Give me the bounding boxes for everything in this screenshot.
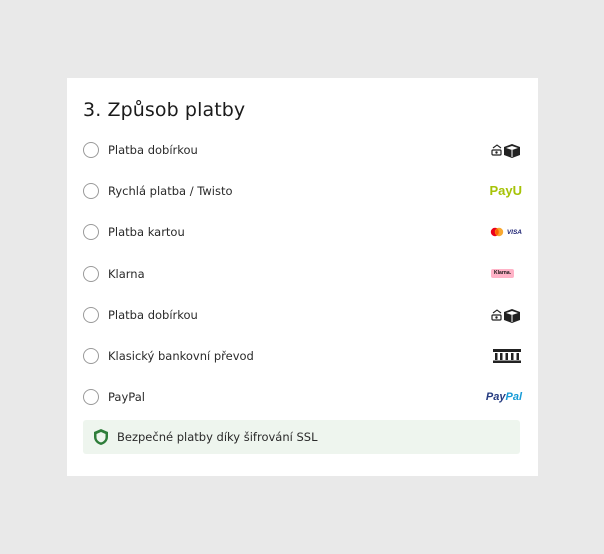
payment-option-label: Platba kartou: [108, 225, 185, 240]
shield-icon: [92, 428, 110, 450]
paypal-logo: PayPal: [486, 387, 522, 407]
payment-option-cod-2[interactable]: Platba dobírkou: [67, 294, 538, 335]
payment-option-bank-transfer[interactable]: Klasický bankovní převod: [67, 335, 538, 376]
klarna-badge: Klarna.: [491, 269, 514, 279]
paypal-logo-text: PayPal: [486, 391, 522, 403]
visa-logo-text: VISA: [506, 228, 522, 236]
paypal-logo-pal: Pal: [505, 391, 522, 404]
payment-option-klarna[interactable]: Klarna Klarna.: [67, 253, 538, 294]
cash-on-delivery-icon: [490, 305, 522, 325]
payment-option-label: Rychlá platba / Twisto: [108, 183, 233, 198]
payment-option-label: Klarna: [108, 266, 145, 281]
payment-option-twisto[interactable]: Rychlá platba / Twisto PayU: [67, 170, 538, 211]
payu-logo-text: PayU: [489, 183, 522, 199]
mastercard-visa-icon: VISA: [490, 222, 522, 242]
payment-method-card: 3. Způsob platby Platba dobírkou Rychlá …: [67, 78, 538, 476]
payment-option-label: Klasický bankovní převod: [108, 349, 254, 364]
radio-button[interactable]: [83, 306, 99, 323]
radio-button[interactable]: [83, 182, 99, 199]
cash-on-delivery-icon: [490, 140, 522, 160]
bank-icon: [492, 346, 522, 366]
radio-button[interactable]: [83, 389, 99, 406]
payment-option-paypal[interactable]: PayPal PayPal: [67, 377, 538, 418]
radio-button[interactable]: [83, 141, 99, 158]
payment-options-list: Platba dobírkou Rychlá platba / Twisto P…: [67, 129, 538, 418]
payment-option-label: Platba dobírkou: [108, 307, 198, 322]
mastercard-icon: [490, 228, 504, 237]
klarna-logo: Klarna.: [491, 264, 514, 284]
payment-option-label: Platba dobírkou: [108, 142, 198, 157]
ssl-notice-text: Bezpečné platby díky šifrování SSL: [117, 430, 318, 444]
radio-button[interactable]: [83, 348, 99, 365]
payment-option-label: PayPal: [108, 390, 145, 405]
radio-button[interactable]: [83, 224, 99, 241]
payment-option-cod-1[interactable]: Platba dobírkou: [67, 129, 538, 170]
section-title: 3. Způsob platby: [83, 99, 246, 121]
payu-logo: PayU: [489, 181, 522, 201]
radio-button[interactable]: [83, 265, 99, 282]
payment-option-card[interactable]: Platba kartou VISA: [67, 212, 538, 253]
paypal-logo-pay: Pay: [485, 391, 506, 404]
ssl-security-notice: Bezpečné platby díky šifrování SSL: [83, 420, 520, 454]
